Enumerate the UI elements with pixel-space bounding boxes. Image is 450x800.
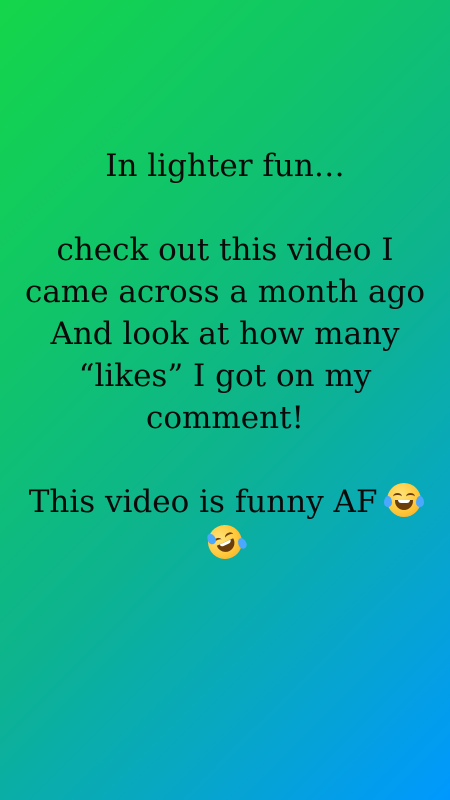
story-line-7: This video is funny AF <box>28 484 378 520</box>
story-line-7-wrap: This video is funny AF <box>0 481 450 523</box>
rolling-on-the-floor-laughing-icon <box>202 519 249 565</box>
face-with-tears-of-joy-icon <box>384 483 425 517</box>
story-line-2: check out this video I <box>56 232 394 268</box>
story-line-5: “likes” I got on my <box>78 358 372 394</box>
story-line-3: came across a month ago <box>24 274 426 310</box>
story-text: In lighter fun… check out this video I c… <box>0 145 450 565</box>
story-line-4: And look at how many <box>50 316 400 352</box>
story-canvas: In lighter fun… check out this video I c… <box>0 0 450 800</box>
emoji-line <box>0 519 450 565</box>
story-line-6: comment! <box>145 400 305 436</box>
story-line-1: In lighter fun… <box>105 148 345 184</box>
